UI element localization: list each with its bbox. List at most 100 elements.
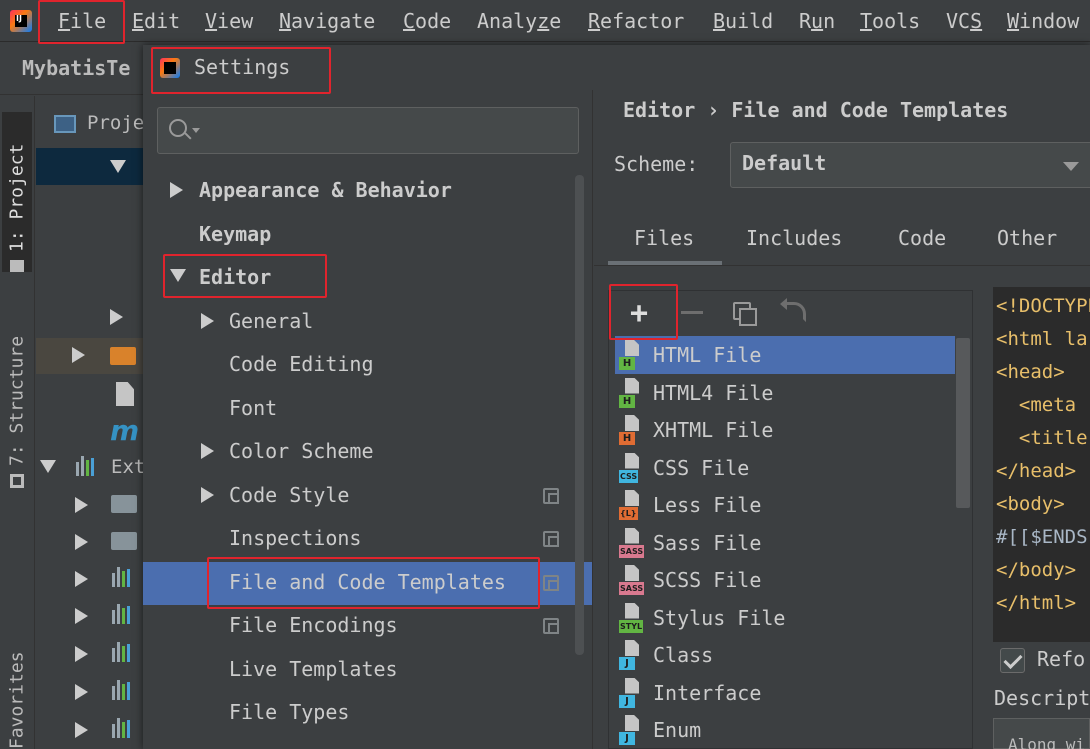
file-type-icon: SASS <box>619 527 645 558</box>
collapse-arrow-icon[interactable] <box>75 722 88 738</box>
stripe-tab-favorites[interactable]: Favorites <box>2 636 32 749</box>
tree-item-inspections[interactable]: Inspections <box>229 523 361 553</box>
menu-item-view[interactable]: View <box>205 7 253 35</box>
template-name: XHTML File <box>653 418 774 442</box>
menu-item-tools[interactable]: Tools <box>860 7 920 35</box>
annotation-box-add-button <box>609 284 678 340</box>
menu-item-window[interactable]: Window <box>1007 7 1079 35</box>
library-icon <box>112 642 136 662</box>
code-line: <meta <box>996 394 1077 416</box>
breadcrumb: Editor › File and Code Templates <box>623 98 1009 122</box>
template-list-item[interactable]: {L} Less File <box>619 487 761 523</box>
project-name[interactable]: MybatisTe <box>22 56 130 80</box>
tree-item-file-encodings[interactable]: File Encodings <box>229 610 398 640</box>
intellij-logo-icon: IJ <box>10 10 32 32</box>
collapse-arrow-icon[interactable] <box>201 313 214 329</box>
copy-template-button[interactable] <box>733 302 757 326</box>
template-list-item[interactable]: SASS Sass File <box>619 525 761 561</box>
template-name: HTML4 File <box>653 380 774 405</box>
tree-item-color-scheme[interactable]: Color Scheme <box>229 436 374 466</box>
collapse-arrow-icon[interactable] <box>201 443 214 459</box>
library-icon <box>112 567 136 587</box>
menu-item-code[interactable]: Code <box>403 7 451 35</box>
remove-template-button[interactable] <box>681 311 703 314</box>
template-name: HTML File <box>653 343 762 367</box>
collapse-arrow-icon[interactable] <box>170 182 183 198</box>
stripe-tab-structure[interactable]: 7: Structure <box>2 308 32 488</box>
tree-item-code-style[interactable]: Code Style <box>229 480 349 510</box>
tree-item-file-types[interactable]: File Types <box>229 697 349 727</box>
collapse-arrow-icon[interactable] <box>110 309 123 325</box>
template-name: SCSS File <box>653 568 762 592</box>
settings-search-input[interactable] <box>157 107 579 154</box>
collapse-arrow-icon[interactable] <box>75 646 88 662</box>
project-tool-title[interactable]: Proje <box>87 112 144 134</box>
menu-item-refactor[interactable]: Refactor <box>588 7 684 35</box>
tree-item-keymap[interactable]: Keymap <box>199 219 271 249</box>
active-tab-indicator <box>608 261 722 265</box>
search-icon <box>169 119 187 137</box>
template-list-item[interactable]: J Enum <box>619 712 701 748</box>
stripe-tab-project[interactable]: 1: Project <box>2 112 32 272</box>
tab-code[interactable]: Code <box>898 226 946 250</box>
project-tree-selected-row[interactable] <box>36 148 148 185</box>
template-list-item[interactable]: H HTML File <box>619 337 761 373</box>
collapse-arrow-icon[interactable] <box>75 534 88 550</box>
jdk-folder-icon <box>111 532 137 550</box>
tree-item-live-templates[interactable]: Live Templates <box>229 654 398 684</box>
code-line: <html la <box>996 328 1088 350</box>
tree-item-appearance[interactable]: Appearance & Behavior <box>199 175 452 205</box>
library-icon <box>112 718 136 738</box>
templates-list-scrollbar[interactable] <box>956 338 970 508</box>
template-list-item[interactable]: J Interface <box>619 675 761 711</box>
collapse-arrow-icon[interactable] <box>201 487 214 503</box>
reset-template-button[interactable] <box>780 298 806 322</box>
project-level-icon <box>543 531 559 547</box>
template-list-item[interactable]: H HTML4 File <box>619 375 773 411</box>
tab-files[interactable]: Files <box>634 226 694 250</box>
menu-item-edit[interactable]: Edit <box>132 7 180 35</box>
template-list-item[interactable]: CSS CSS File <box>619 450 749 486</box>
tree-item-general[interactable]: General <box>229 306 313 336</box>
tab-includes[interactable]: Includes <box>746 226 842 250</box>
structure-icon <box>10 474 24 488</box>
collapse-arrow-icon[interactable] <box>75 608 88 624</box>
external-libraries-label[interactable]: Ext <box>111 456 145 478</box>
chevron-down-icon[interactable] <box>1063 162 1079 171</box>
tab-other[interactable]: Other <box>997 226 1057 250</box>
expand-arrow-icon[interactable] <box>110 160 126 173</box>
chevron-down-icon[interactable] <box>192 128 200 133</box>
menu-item-analyze[interactable]: Analyze <box>477 7 561 35</box>
code-line: <title <box>996 427 1088 449</box>
template-list-item[interactable]: J Class <box>619 637 713 673</box>
menu-item-navigate[interactable]: Navigate <box>279 7 375 35</box>
tree-item-font[interactable]: Font <box>229 393 277 423</box>
stripe-project-label: 1: Project <box>6 143 28 252</box>
collapse-arrow-icon[interactable] <box>72 347 85 363</box>
collapse-arrow-icon[interactable] <box>75 684 88 700</box>
file-type-icon: J <box>619 640 645 670</box>
file-type-icon: J <box>619 677 645 708</box>
code-line: #[[$ENDS <box>996 526 1088 548</box>
stripe-favorites-label: Favorites <box>6 651 28 749</box>
tree-scrollbar[interactable] <box>575 175 584 655</box>
reformat-label: Refo <box>1037 647 1086 671</box>
collapse-arrow-icon[interactable] <box>75 571 88 587</box>
code-line: <head> <box>996 361 1065 383</box>
annotation-box-settings-title <box>151 47 331 94</box>
description-label: Descript <box>994 686 1090 710</box>
annotation-box-editor <box>163 254 327 298</box>
expand-arrow-icon[interactable] <box>40 460 56 473</box>
menu-item-vcs[interactable]: VCS <box>946 7 982 35</box>
file-type-icon: H <box>619 377 645 408</box>
collapse-arrow-icon[interactable] <box>75 497 88 513</box>
tree-item-code-editing[interactable]: Code Editing <box>229 349 374 379</box>
reformat-checkbox[interactable] <box>1000 648 1025 673</box>
template-list-item[interactable]: STYL Stylus File <box>619 600 785 636</box>
code-line: </head> <box>996 460 1077 482</box>
template-editor[interactable]: <!DOCTYPE <html la <head> <meta <title </he… <box>993 287 1090 642</box>
menu-item-build[interactable]: Build <box>713 7 773 35</box>
menu-item-run[interactable]: Run <box>799 7 835 35</box>
template-list-item[interactable]: SASS SCSS File <box>619 562 761 598</box>
template-list-item[interactable]: H XHTML File <box>619 412 773 448</box>
